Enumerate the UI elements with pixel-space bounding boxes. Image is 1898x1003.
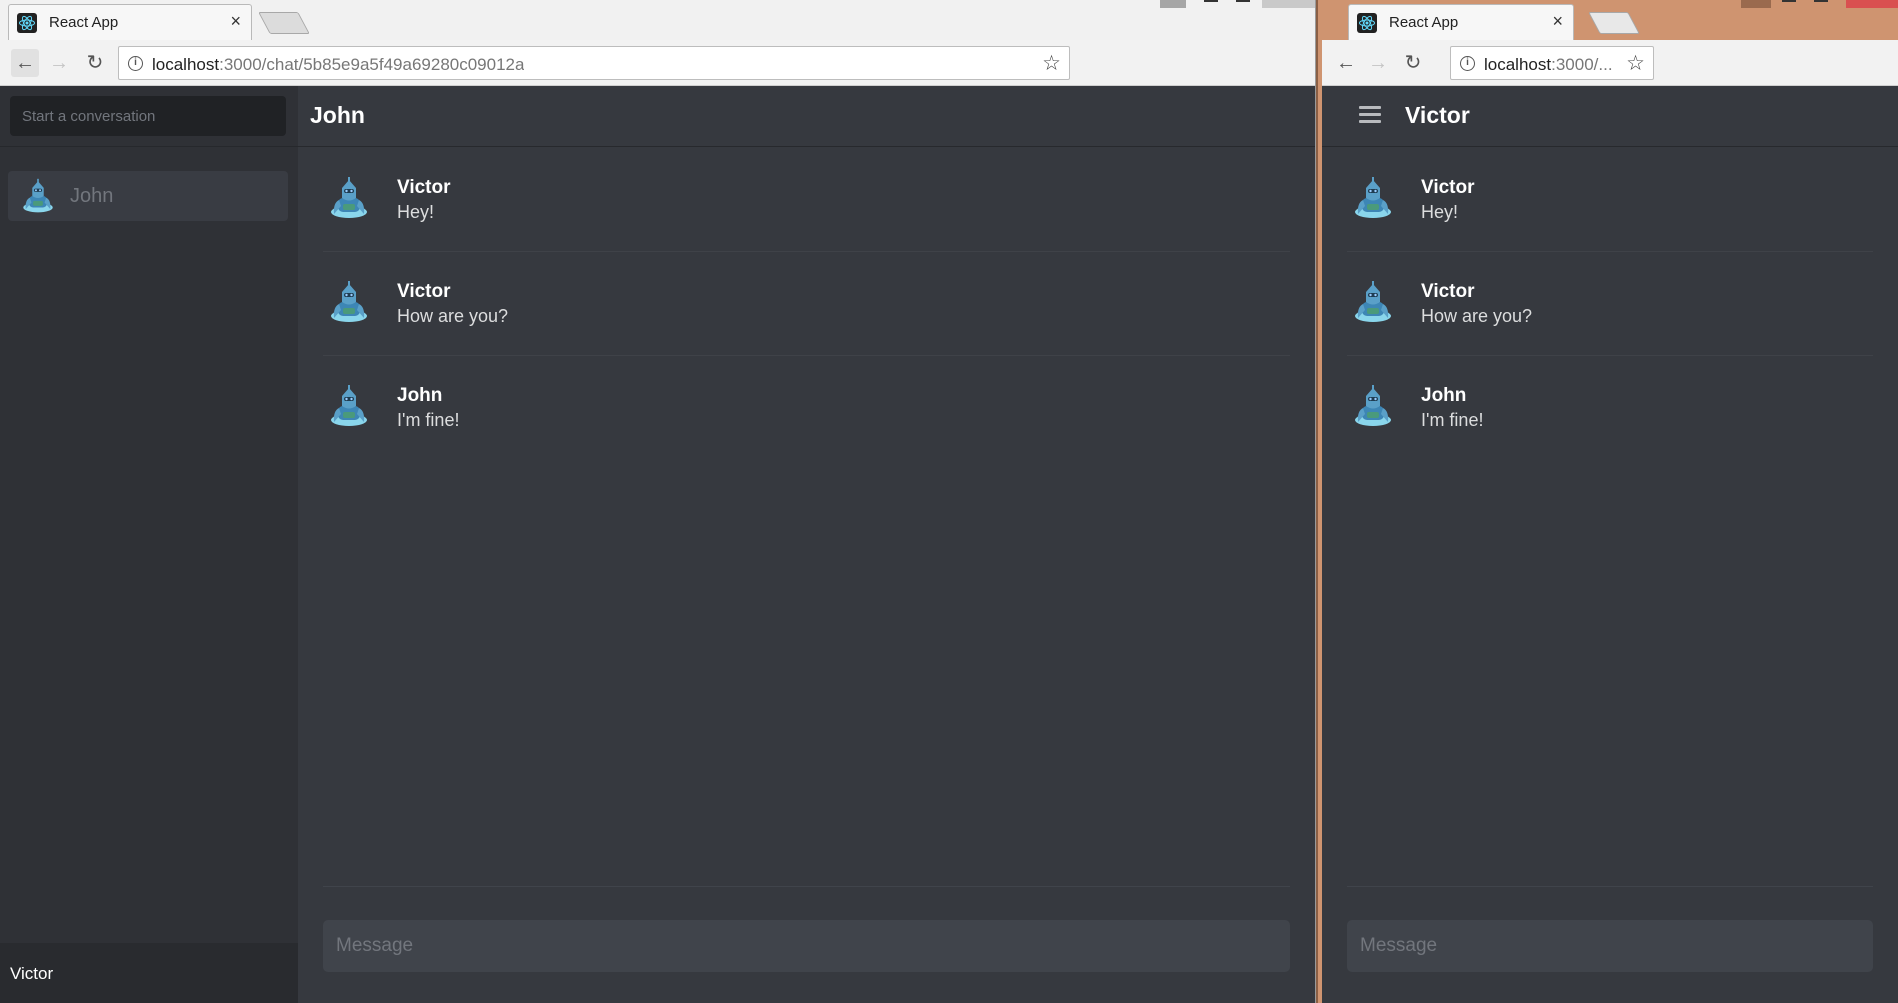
info-icon[interactable]: i [128,56,143,71]
message-input[interactable] [1347,920,1873,972]
robot-avatar-icon [331,281,367,322]
window-control-right-a[interactable] [1741,0,1771,8]
message-composer[interactable] [1347,920,1873,972]
search-input[interactable] [10,96,286,136]
chat-header: John [298,86,1315,147]
maximize-icon[interactable] [1236,0,1250,2]
message-text: How are you? [397,306,509,326]
message-composer[interactable] [323,920,1290,972]
conversation-name: John [70,185,114,207]
robot-avatar-icon [23,178,53,213]
react-logo-icon [1357,13,1377,33]
window-control-left-a[interactable] [1160,0,1186,8]
info-icon[interactable]: i [1460,56,1475,71]
browser-toolbar: ← → ↻ i localhost:3000/chat/5b85e9a5f49a… [0,40,1315,86]
message-text: Hey! [397,202,435,222]
message-author: Victor [1421,281,1475,302]
tab-title: React App [49,14,119,31]
message-item: John I'm fine! [323,356,1290,460]
hamburger-menu-icon[interactable] [1359,106,1381,124]
tab-strip: React App × [1322,0,1898,40]
chat-panel: John Victor Hey! Victor How are you? Joh… [298,86,1315,1003]
message-author: Victor [397,177,451,198]
message-list: Victor Hey! Victor How are you? John I'm… [323,148,1290,460]
reload-icon[interactable]: ↻ [1399,49,1427,77]
bookmark-star-icon[interactable]: ☆ [1042,51,1061,76]
conversation-item-john[interactable]: John [8,171,288,221]
back-arrow-icon[interactable]: ← [1332,49,1360,77]
browser-window-left: React App × ← → ↻ i localhost:3000/chat/… [0,0,1316,1003]
browser-window-right: React App × ← → ↻ i localhost:3000/... ☆… [1322,0,1898,1003]
message-text: I'm fine! [1421,410,1484,430]
message-text: How are you? [1421,306,1533,326]
address-bar[interactable]: i localhost:3000/... ☆ [1450,46,1654,80]
robot-avatar-icon [1355,177,1391,218]
minimize-icon[interactable] [1204,0,1218,2]
tab-close-icon[interactable]: × [1552,11,1563,32]
tab-title: React App [1389,14,1459,31]
robot-avatar-icon [331,385,367,426]
maximize-icon[interactable] [1814,0,1828,2]
chat-app-right: Victor Victor Hey! Victor How are you? J… [1322,86,1898,1003]
message-item: John I'm fine! [1347,356,1873,460]
tab-strip: React App × [0,0,1315,40]
new-tab-button[interactable] [258,12,310,34]
robot-avatar-icon [1355,385,1391,426]
robot-avatar-icon [1355,281,1391,322]
robot-avatar-icon [331,177,367,218]
search-box[interactable] [10,96,286,136]
current-user-name: Victor [10,964,54,983]
chat-title: Victor [1405,102,1470,128]
message-author: Victor [397,281,451,302]
sidebar: John Victor [0,86,298,1003]
message-item: Victor Hey! [1347,148,1873,252]
message-author: John [1421,385,1467,406]
message-input[interactable] [323,920,1290,972]
minimize-icon[interactable] [1782,0,1796,2]
url-text: localhost:3000/chat/5b85e9a5f49a69280c09… [152,55,525,74]
composer-divider [1347,886,1873,887]
back-arrow-icon[interactable]: ← [11,49,39,77]
message-item: Victor Hey! [323,148,1290,252]
close-window-button[interactable] [1846,0,1898,8]
close-window-button[interactable] [1262,0,1315,8]
browser-toolbar: ← → ↻ i localhost:3000/... ☆ [1322,40,1898,86]
message-author: John [397,385,443,406]
message-text: Hey! [1421,202,1459,222]
chat-app-left: John Victor John Victor Hey! [0,86,1315,1003]
forward-arrow-icon[interactable]: → [45,49,73,77]
chat-panel: Victor Victor Hey! Victor How are you? J… [1322,86,1898,1003]
bookmark-star-icon[interactable]: ☆ [1626,51,1645,76]
browser-tab[interactable]: React App × [8,4,252,40]
current-user-panel: Victor [0,943,298,1003]
forward-arrow-icon[interactable]: → [1364,49,1392,77]
message-item: Victor How are you? [1347,252,1873,356]
message-text: I'm fine! [397,410,460,430]
tab-close-icon[interactable]: × [230,11,241,32]
message-author: Victor [1421,177,1475,198]
divider [0,146,298,147]
new-tab-button[interactable] [1588,12,1640,34]
reload-icon[interactable]: ↻ [81,49,109,77]
react-logo-icon [17,13,37,33]
address-bar[interactable]: i localhost:3000/chat/5b85e9a5f49a69280c… [118,46,1070,80]
message-list: Victor Hey! Victor How are you? John I'm… [1347,148,1873,460]
composer-divider [323,886,1290,887]
chat-title: John [310,102,365,128]
chat-header: Victor [1322,86,1898,147]
url-text: localhost:3000/... [1484,55,1613,74]
message-item: Victor How are you? [323,252,1290,356]
browser-tab[interactable]: React App × [1348,4,1574,40]
